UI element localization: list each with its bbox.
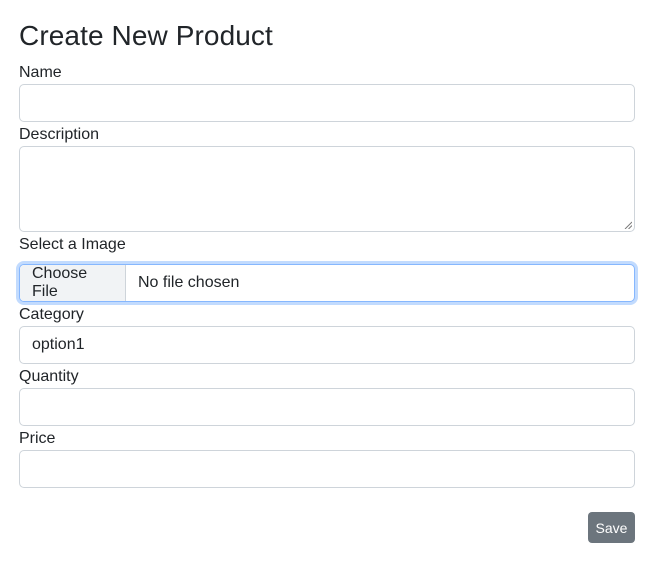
save-button[interactable]: Save — [588, 512, 635, 543]
file-status-text: No file chosen — [138, 274, 240, 291]
category-select[interactable]: option1 — [19, 326, 635, 364]
description-wrapper — [19, 146, 635, 232]
page-title: Create New Product — [19, 20, 273, 51]
name-label: Name — [19, 64, 62, 81]
image-file-input[interactable]: Choose File No file chosen — [19, 264, 635, 302]
create-product-page: Create New Product Name Description Sele… — [0, 0, 665, 574]
description-textarea[interactable] — [19, 146, 635, 232]
quantity-label: Quantity — [19, 368, 79, 385]
price-label: Price — [19, 430, 56, 447]
price-input[interactable] — [19, 450, 635, 488]
category-label: Category — [19, 306, 84, 323]
quantity-input[interactable] — [19, 388, 635, 426]
choose-file-button[interactable]: Choose File — [20, 265, 126, 301]
name-input[interactable] — [19, 84, 635, 122]
category-selected-value: option1 — [32, 336, 85, 353]
resize-handle-icon[interactable] — [624, 221, 632, 229]
description-label: Description — [19, 126, 100, 143]
image-label: Select a Image — [19, 236, 126, 253]
